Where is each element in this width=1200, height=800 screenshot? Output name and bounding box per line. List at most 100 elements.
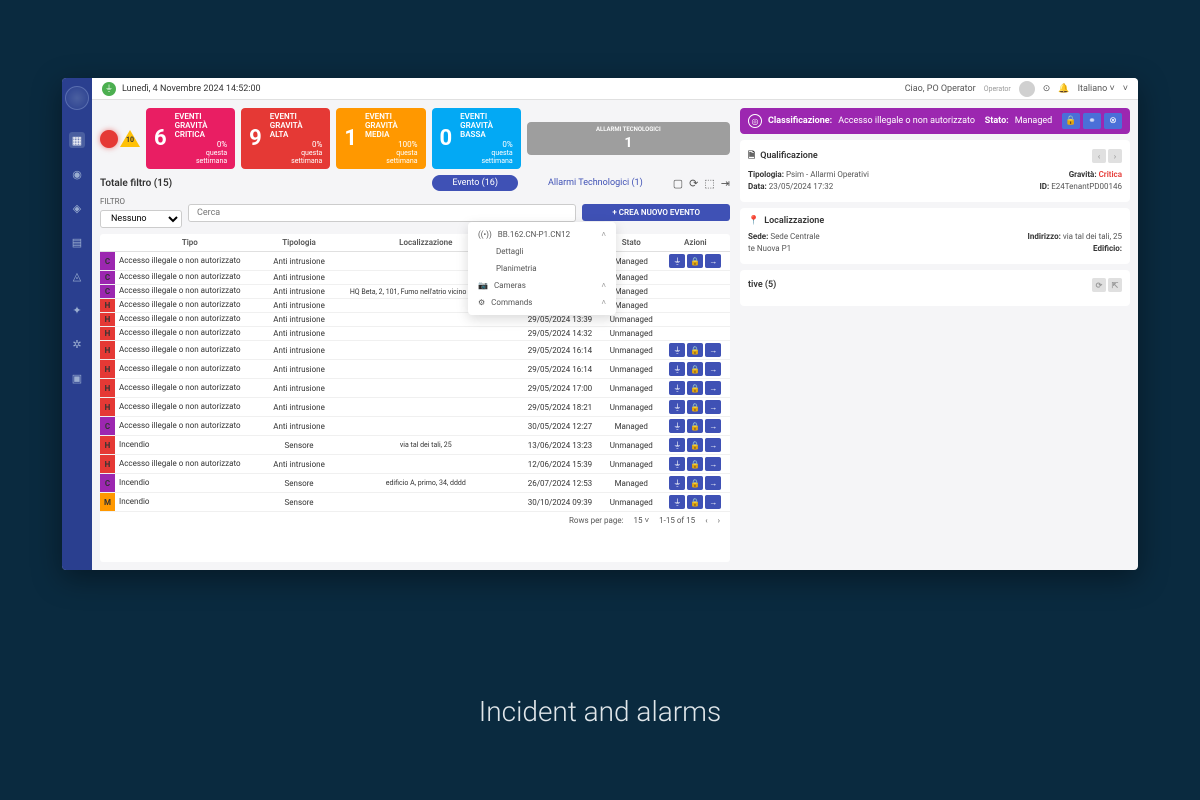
popup-dettagli[interactable]: Dettagli xyxy=(468,243,616,260)
popup-cameras[interactable]: 📷Cameras˄ xyxy=(468,277,616,294)
expand-icon[interactable]: ⇱ xyxy=(1108,278,1122,292)
nav-icon-4[interactable]: ▤ xyxy=(69,234,85,250)
severity-badge: C xyxy=(100,252,115,271)
table-row[interactable]: H Accesso illegale o non autorizzato Ant… xyxy=(100,313,730,327)
action-go-button[interactable]: → xyxy=(705,362,721,376)
action-signal-button[interactable]: ⏚ xyxy=(669,381,685,395)
create-event-button[interactable]: + CREA NUOVO EVENTO xyxy=(582,204,730,221)
action-signal-button[interactable]: ⏚ xyxy=(669,419,685,433)
action-go-button[interactable]: → xyxy=(705,400,721,414)
action-go-button[interactable]: → xyxy=(705,343,721,357)
action-signal-button[interactable]: ⏚ xyxy=(669,254,685,268)
pin-icon: 📍 xyxy=(748,216,759,226)
action-signal-button[interactable]: ⏚ xyxy=(669,495,685,509)
prev-button[interactable]: ‹ xyxy=(1092,149,1106,163)
action-lock-button[interactable]: 🔒 xyxy=(687,400,703,414)
refresh-icon[interactable]: ⟳ xyxy=(1092,278,1106,292)
table-row[interactable]: H Accesso illegale o non autorizzato Ant… xyxy=(100,360,730,379)
greeting: Ciao, PO Operator xyxy=(905,84,976,94)
action-lock-button[interactable]: 🔒 xyxy=(687,362,703,376)
page-prev-button[interactable]: ‹ xyxy=(705,516,707,525)
page-next-button[interactable]: › xyxy=(718,516,720,525)
table-row[interactable]: C Accesso illegale o non autorizzato Ant… xyxy=(100,285,730,299)
stat-card-tech[interactable]: ALLARMI TECNOLOGICI 1 xyxy=(527,122,730,155)
tab-allarmi[interactable]: Allarmi Technologici (1) xyxy=(528,175,663,191)
avatar[interactable] xyxy=(1019,81,1035,97)
toolbar-icon-4[interactable]: ⇥ xyxy=(721,177,730,190)
action-go-button[interactable]: → xyxy=(705,254,721,268)
action-go-button[interactable]: → xyxy=(705,419,721,433)
table-row[interactable]: C Accesso illegale o non autorizzato Ant… xyxy=(100,271,730,285)
tab-evento[interactable]: Evento (16) xyxy=(432,175,518,191)
expand-icon[interactable]: ˅ xyxy=(1123,83,1128,94)
toolbar-icon-1[interactable]: ▢ xyxy=(673,177,683,190)
table-row[interactable]: H Accesso illegale o non autorizzato Ant… xyxy=(100,379,730,398)
next-button[interactable]: › xyxy=(1108,149,1122,163)
action-go-button[interactable]: → xyxy=(705,438,721,452)
action-lock-button[interactable]: 🔒 xyxy=(687,381,703,395)
action-signal-button[interactable]: ⏚ xyxy=(669,457,685,471)
action-signal-button[interactable]: ⏚ xyxy=(669,343,685,357)
action-go-button[interactable]: → xyxy=(705,381,721,395)
action-lock-button[interactable]: 🔒 xyxy=(687,254,703,268)
action-signal-button[interactable]: ⏚ xyxy=(669,476,685,490)
stat-card-bas[interactable]: 0 EVENTI GRAVITÀ BASSA0%questa settimana xyxy=(432,108,521,169)
datetime: Lunedì, 4 Novembre 2024 14:52:00 xyxy=(122,84,261,94)
camera-icon: 📷 xyxy=(478,281,488,290)
nav-dashboard-icon[interactable]: ▦ xyxy=(69,132,85,148)
refresh-icon[interactable]: ⟳ xyxy=(689,177,698,190)
severity-badge: H xyxy=(100,341,115,360)
lock-button[interactable]: 🔒 xyxy=(1062,113,1080,129)
nav-icon-5[interactable]: ◬ xyxy=(69,268,85,284)
stat-card-med[interactable]: 1 EVENTI GRAVITÀ MEDIA100%questa settima… xyxy=(336,108,425,169)
lang-select[interactable]: Italiano ˅ xyxy=(1078,83,1115,94)
action-lock-button[interactable]: 🔒 xyxy=(687,457,703,471)
action-go-button[interactable]: → xyxy=(705,495,721,509)
table-row[interactable]: H Accesso illegale o non autorizzato Ant… xyxy=(100,455,730,474)
toolbar-icon-3[interactable]: ⬚ xyxy=(704,177,714,190)
location-icon[interactable]: ⊙ xyxy=(1043,84,1051,94)
nav-icon-8[interactable]: ▣ xyxy=(69,370,85,386)
table-row[interactable]: M Incendio Sensore 30/10/2024 09:39 Unma… xyxy=(100,493,730,512)
action-go-button[interactable]: → xyxy=(705,476,721,490)
qualification-card: 🗎Qualificazione ‹› Tipologia: Psim - All… xyxy=(740,140,1130,202)
table-row[interactable]: H Accesso illegale o non autorizzato Ant… xyxy=(100,341,730,360)
action-signal-button[interactable]: ⏚ xyxy=(669,400,685,414)
popup-device[interactable]: ((•))BB.162.CN-P1.CN12˄ xyxy=(468,226,616,243)
severity-badge: C xyxy=(100,285,115,299)
bell-icon[interactable]: 🔔 xyxy=(1058,84,1069,94)
action-signal-button[interactable]: ⏚ xyxy=(669,438,685,452)
wifi-icon: ⏚ xyxy=(102,82,116,96)
nav-icon-7[interactable]: ✲ xyxy=(69,336,85,352)
popup-commands[interactable]: ⚙Commands˄ xyxy=(468,294,616,311)
action-lock-button[interactable]: 🔒 xyxy=(687,419,703,433)
filter-select[interactable]: Nessuno xyxy=(100,210,182,228)
action-signal-button[interactable]: ⏚ xyxy=(669,362,685,376)
nav-icon-2[interactable]: ◉ xyxy=(69,166,85,182)
table-row[interactable]: C Accesso illegale o non autorizzato Ant… xyxy=(100,417,730,436)
action-lock-button[interactable]: 🔒 xyxy=(687,343,703,357)
table-row[interactable]: C Accesso illegale o non autorizzato Ant… xyxy=(100,252,730,271)
link-button[interactable]: ⚭ xyxy=(1083,113,1101,129)
table-row[interactable]: H Incendio Sensore via tal dei tali, 25 … xyxy=(100,436,730,455)
severity-badge: C xyxy=(100,271,115,285)
action-lock-button[interactable]: 🔒 xyxy=(687,476,703,490)
action-lock-button[interactable]: 🔒 xyxy=(687,438,703,452)
search-input[interactable] xyxy=(188,204,576,222)
table-row[interactable]: H Accesso illegale o non autorizzato Ant… xyxy=(100,327,730,341)
action-lock-button[interactable]: 🔒 xyxy=(687,495,703,509)
rows-per-page-select[interactable]: 15 ˅ xyxy=(634,516,650,525)
severity-badge: M xyxy=(100,493,115,512)
table-row[interactable]: C Incendio Sensore edificio A, primo, 34… xyxy=(100,474,730,493)
stat-card-alta[interactable]: 9 EVENTI GRAVITÀ ALTA0%questa settimana xyxy=(241,108,330,169)
nav-icon-6[interactable]: ✦ xyxy=(69,302,85,318)
severity-badge: C xyxy=(100,417,115,436)
action-go-button[interactable]: → xyxy=(705,457,721,471)
sidebar: ▦ ◉ ◈ ▤ ◬ ✦ ✲ ▣ xyxy=(62,78,92,570)
table-row[interactable]: H Accesso illegale o non autorizzato Ant… xyxy=(100,299,730,313)
nav-icon-3[interactable]: ◈ xyxy=(69,200,85,216)
popup-planimetria[interactable]: Planimetria xyxy=(468,260,616,277)
close-button[interactable]: ⊗ xyxy=(1104,113,1122,129)
table-row[interactable]: H Accesso illegale o non autorizzato Ant… xyxy=(100,398,730,417)
stat-card-crit[interactable]: 6 EVENTI GRAVITÀ CRITICA0%questa settima… xyxy=(146,108,235,169)
